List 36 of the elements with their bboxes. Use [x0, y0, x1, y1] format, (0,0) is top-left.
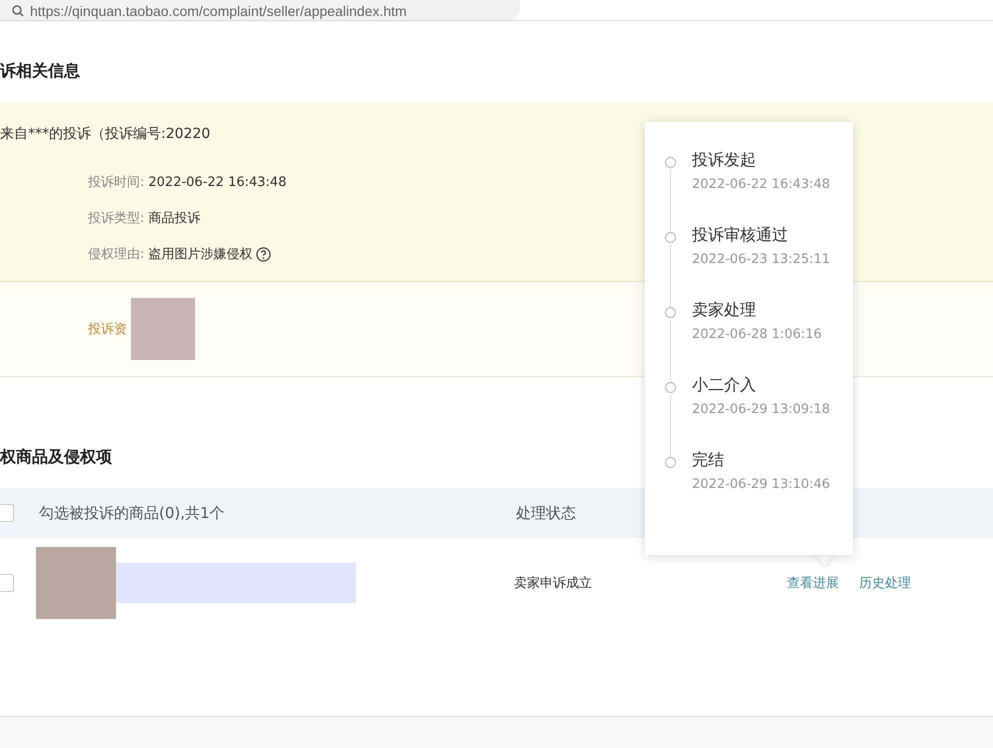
field-label: 投诉时间:: [88, 174, 144, 191]
step-dot-icon: [665, 157, 676, 168]
field-value: 商品投诉: [148, 210, 200, 227]
address-bar[interactable]: https://qinquan.taobao.com/complaint/seller/appealindex.htm: [0, 0, 520, 22]
section-title: 诉相关信息: [0, 61, 80, 82]
complaint-heading: 来自***的投诉（投诉编号:20220: [0, 125, 210, 143]
step-dot-icon: [665, 232, 676, 243]
step-dot-icon: [665, 457, 676, 468]
step-time: 2022-06-28 1:06:16: [692, 327, 822, 342]
step-time: 2022-06-23 13:25:11: [692, 252, 830, 267]
column-header: 处理状态: [516, 504, 576, 522]
status-text: 卖家申诉成立: [514, 575, 593, 592]
step-time: 2022-06-29 13:09:18: [692, 402, 830, 417]
step-label: 完结: [692, 450, 725, 471]
action-link[interactable]: 查看进展: [787, 574, 839, 592]
field-label: 侵权理由:: [88, 246, 144, 263]
step-label: 卖家处理: [692, 300, 757, 321]
step-time: 2022-06-29 13:10:46: [692, 477, 830, 492]
step-time: 2022-06-22 16:43:48: [692, 177, 830, 192]
step-dot-icon: [665, 382, 676, 393]
checkbox[interactable]: [0, 504, 14, 522]
field-label: 投诉类型:: [88, 210, 144, 227]
step-label: 小二介入: [692, 375, 757, 396]
photo-placeholder: [131, 298, 195, 360]
select-count-label: 勾选被投诉的商品(0),共1个: [39, 504, 226, 522]
checkbox[interactable]: [0, 574, 14, 592]
step-label: 投诉发起: [692, 150, 757, 171]
qualification-label: 投诉资: [88, 321, 127, 338]
help-icon[interactable]: [256, 246, 272, 262]
step-dot-icon: [665, 307, 676, 318]
search-icon: [12, 5, 24, 17]
step-label: 投诉审核通过: [692, 225, 789, 246]
action-link[interactable]: 历史处理: [859, 574, 911, 592]
field-value: 盗用图片涉嫌侵权: [148, 246, 252, 263]
url-text: https://qinquan.taobao.com/complaint/seller/appealindex.htm: [30, 3, 407, 19]
field-value: 2022-06-22 16:43:48: [148, 174, 286, 190]
